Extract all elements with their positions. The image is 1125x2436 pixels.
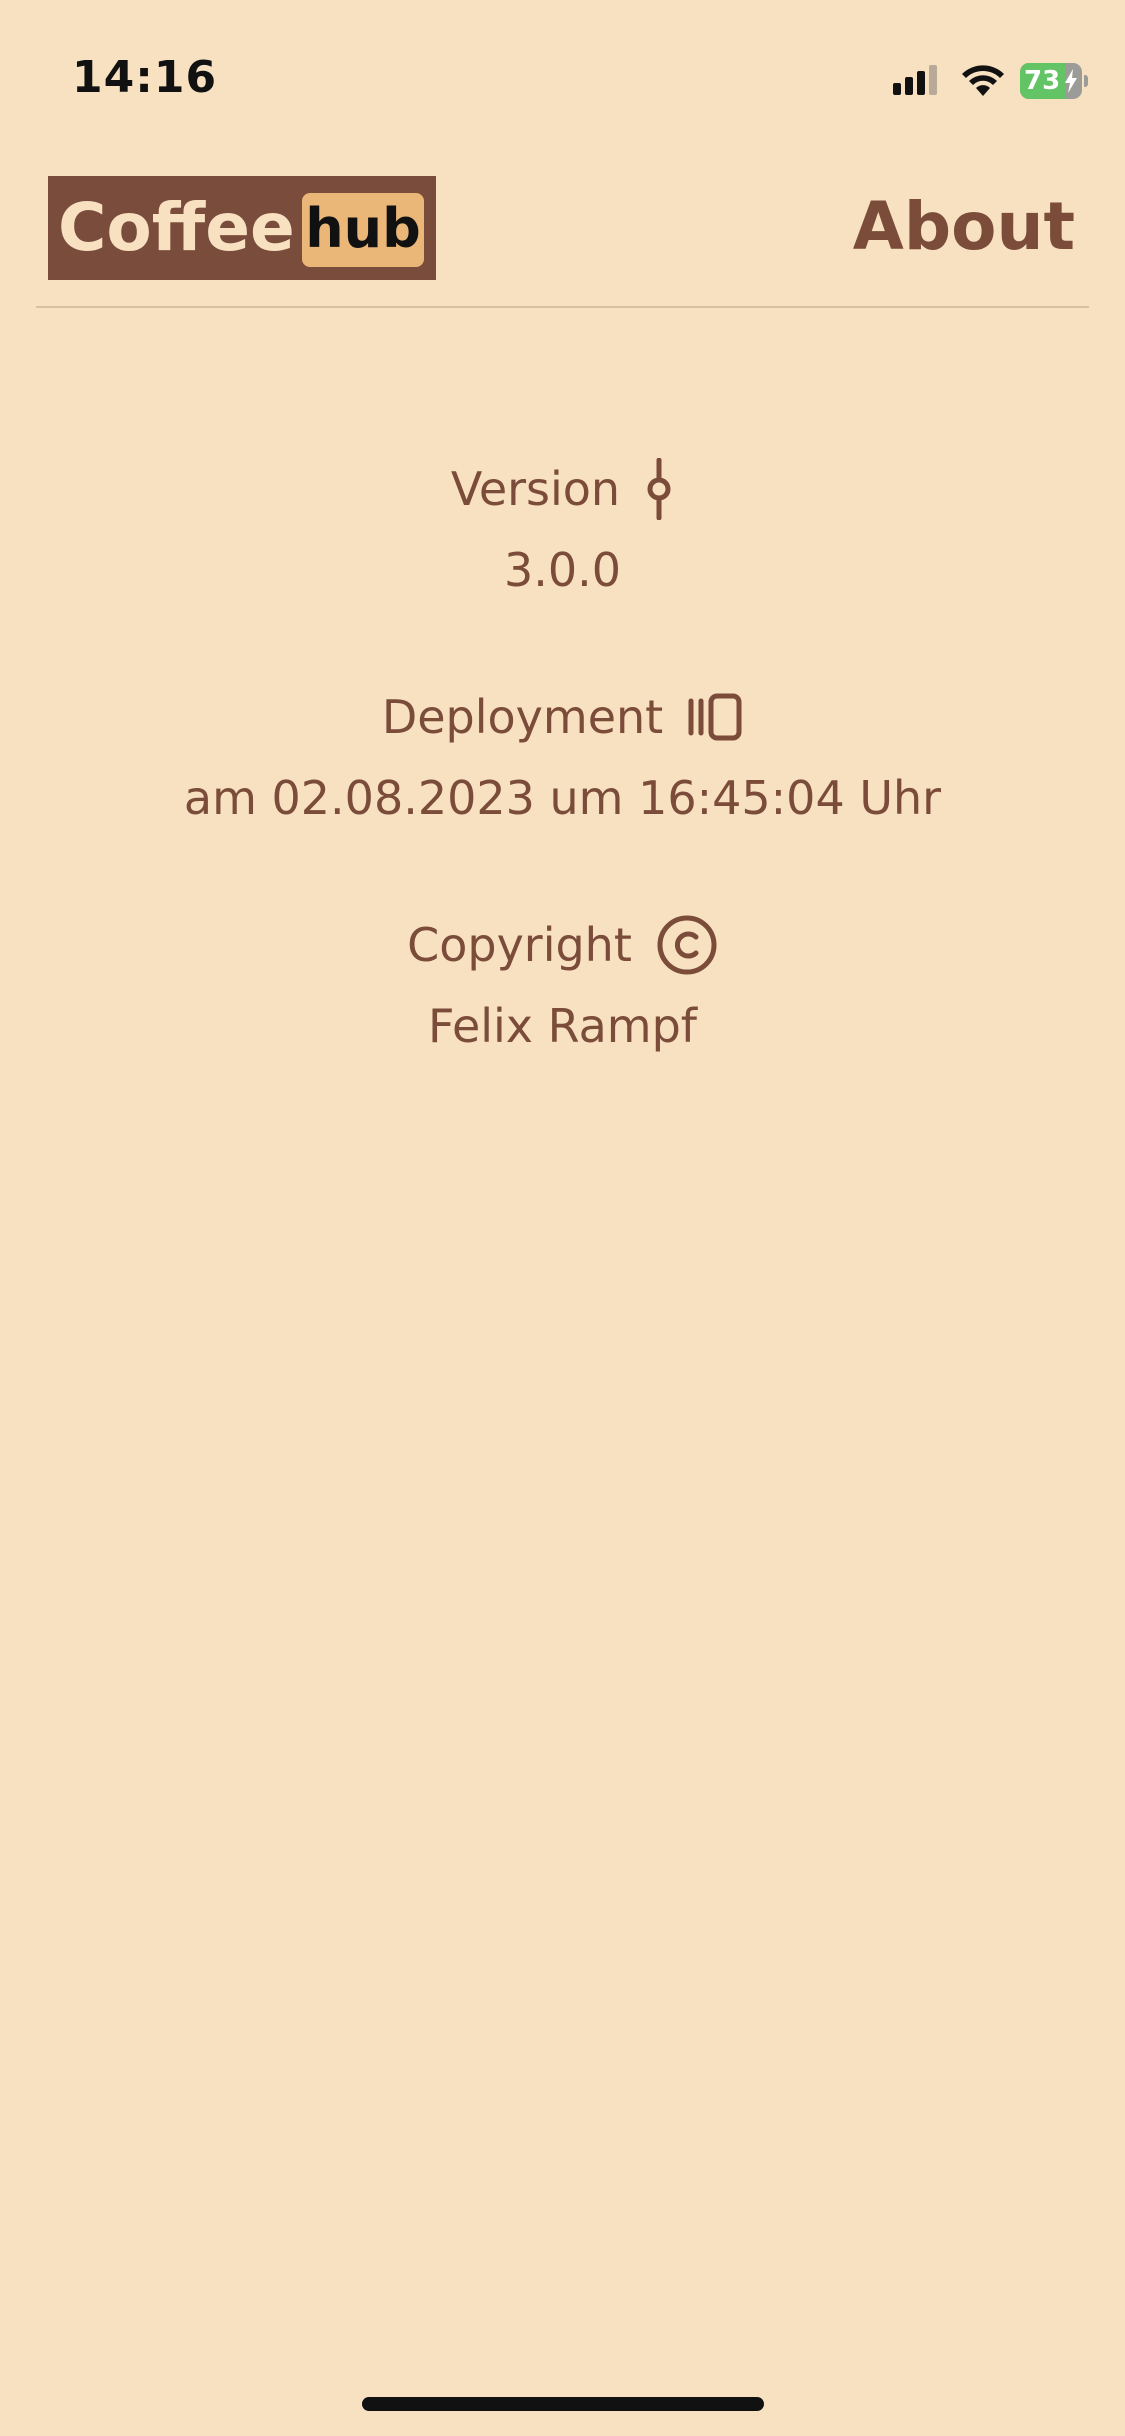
version-value: 3.0.0 <box>503 543 622 597</box>
deployment-icon <box>688 693 742 741</box>
header-divider <box>36 306 1089 308</box>
coffeehub-logo[interactable]: Coffee hub <box>48 176 436 280</box>
battery-percent: 73 <box>1024 66 1061 96</box>
copyright-section: Copyright Felix Rampf <box>0 910 1125 1056</box>
copyright-icon <box>657 915 717 975</box>
copyright-label: Copyright <box>407 918 632 972</box>
copyright-value: Felix Rampf <box>428 999 697 1053</box>
page-title: About <box>852 188 1075 265</box>
logo-text-coffee: Coffee <box>58 189 295 266</box>
deployment-value: am 02.08.2023 um 16:45:04 Uhr <box>183 771 942 825</box>
charging-bolt-icon <box>1065 69 1077 93</box>
git-commit-icon <box>647 458 671 520</box>
status-time: 14:16 <box>72 52 218 103</box>
version-label: Version <box>450 462 621 516</box>
status-bar: 14:16 73 <box>0 0 1125 150</box>
deployment-section: Deployment am 02.08.2023 um 16:45:04 Uhr <box>0 682 1125 828</box>
version-section: Version 3.0.0 <box>0 454 1125 600</box>
wifi-icon <box>962 65 1004 96</box>
app-header: Coffee hub About <box>0 150 1125 308</box>
logo-text-hub: hub <box>302 193 424 267</box>
home-indicator[interactable] <box>362 2397 764 2411</box>
cellular-signal-icon <box>893 65 937 95</box>
battery-indicator: 73 <box>1020 63 1088 99</box>
deployment-label: Deployment <box>381 690 664 744</box>
